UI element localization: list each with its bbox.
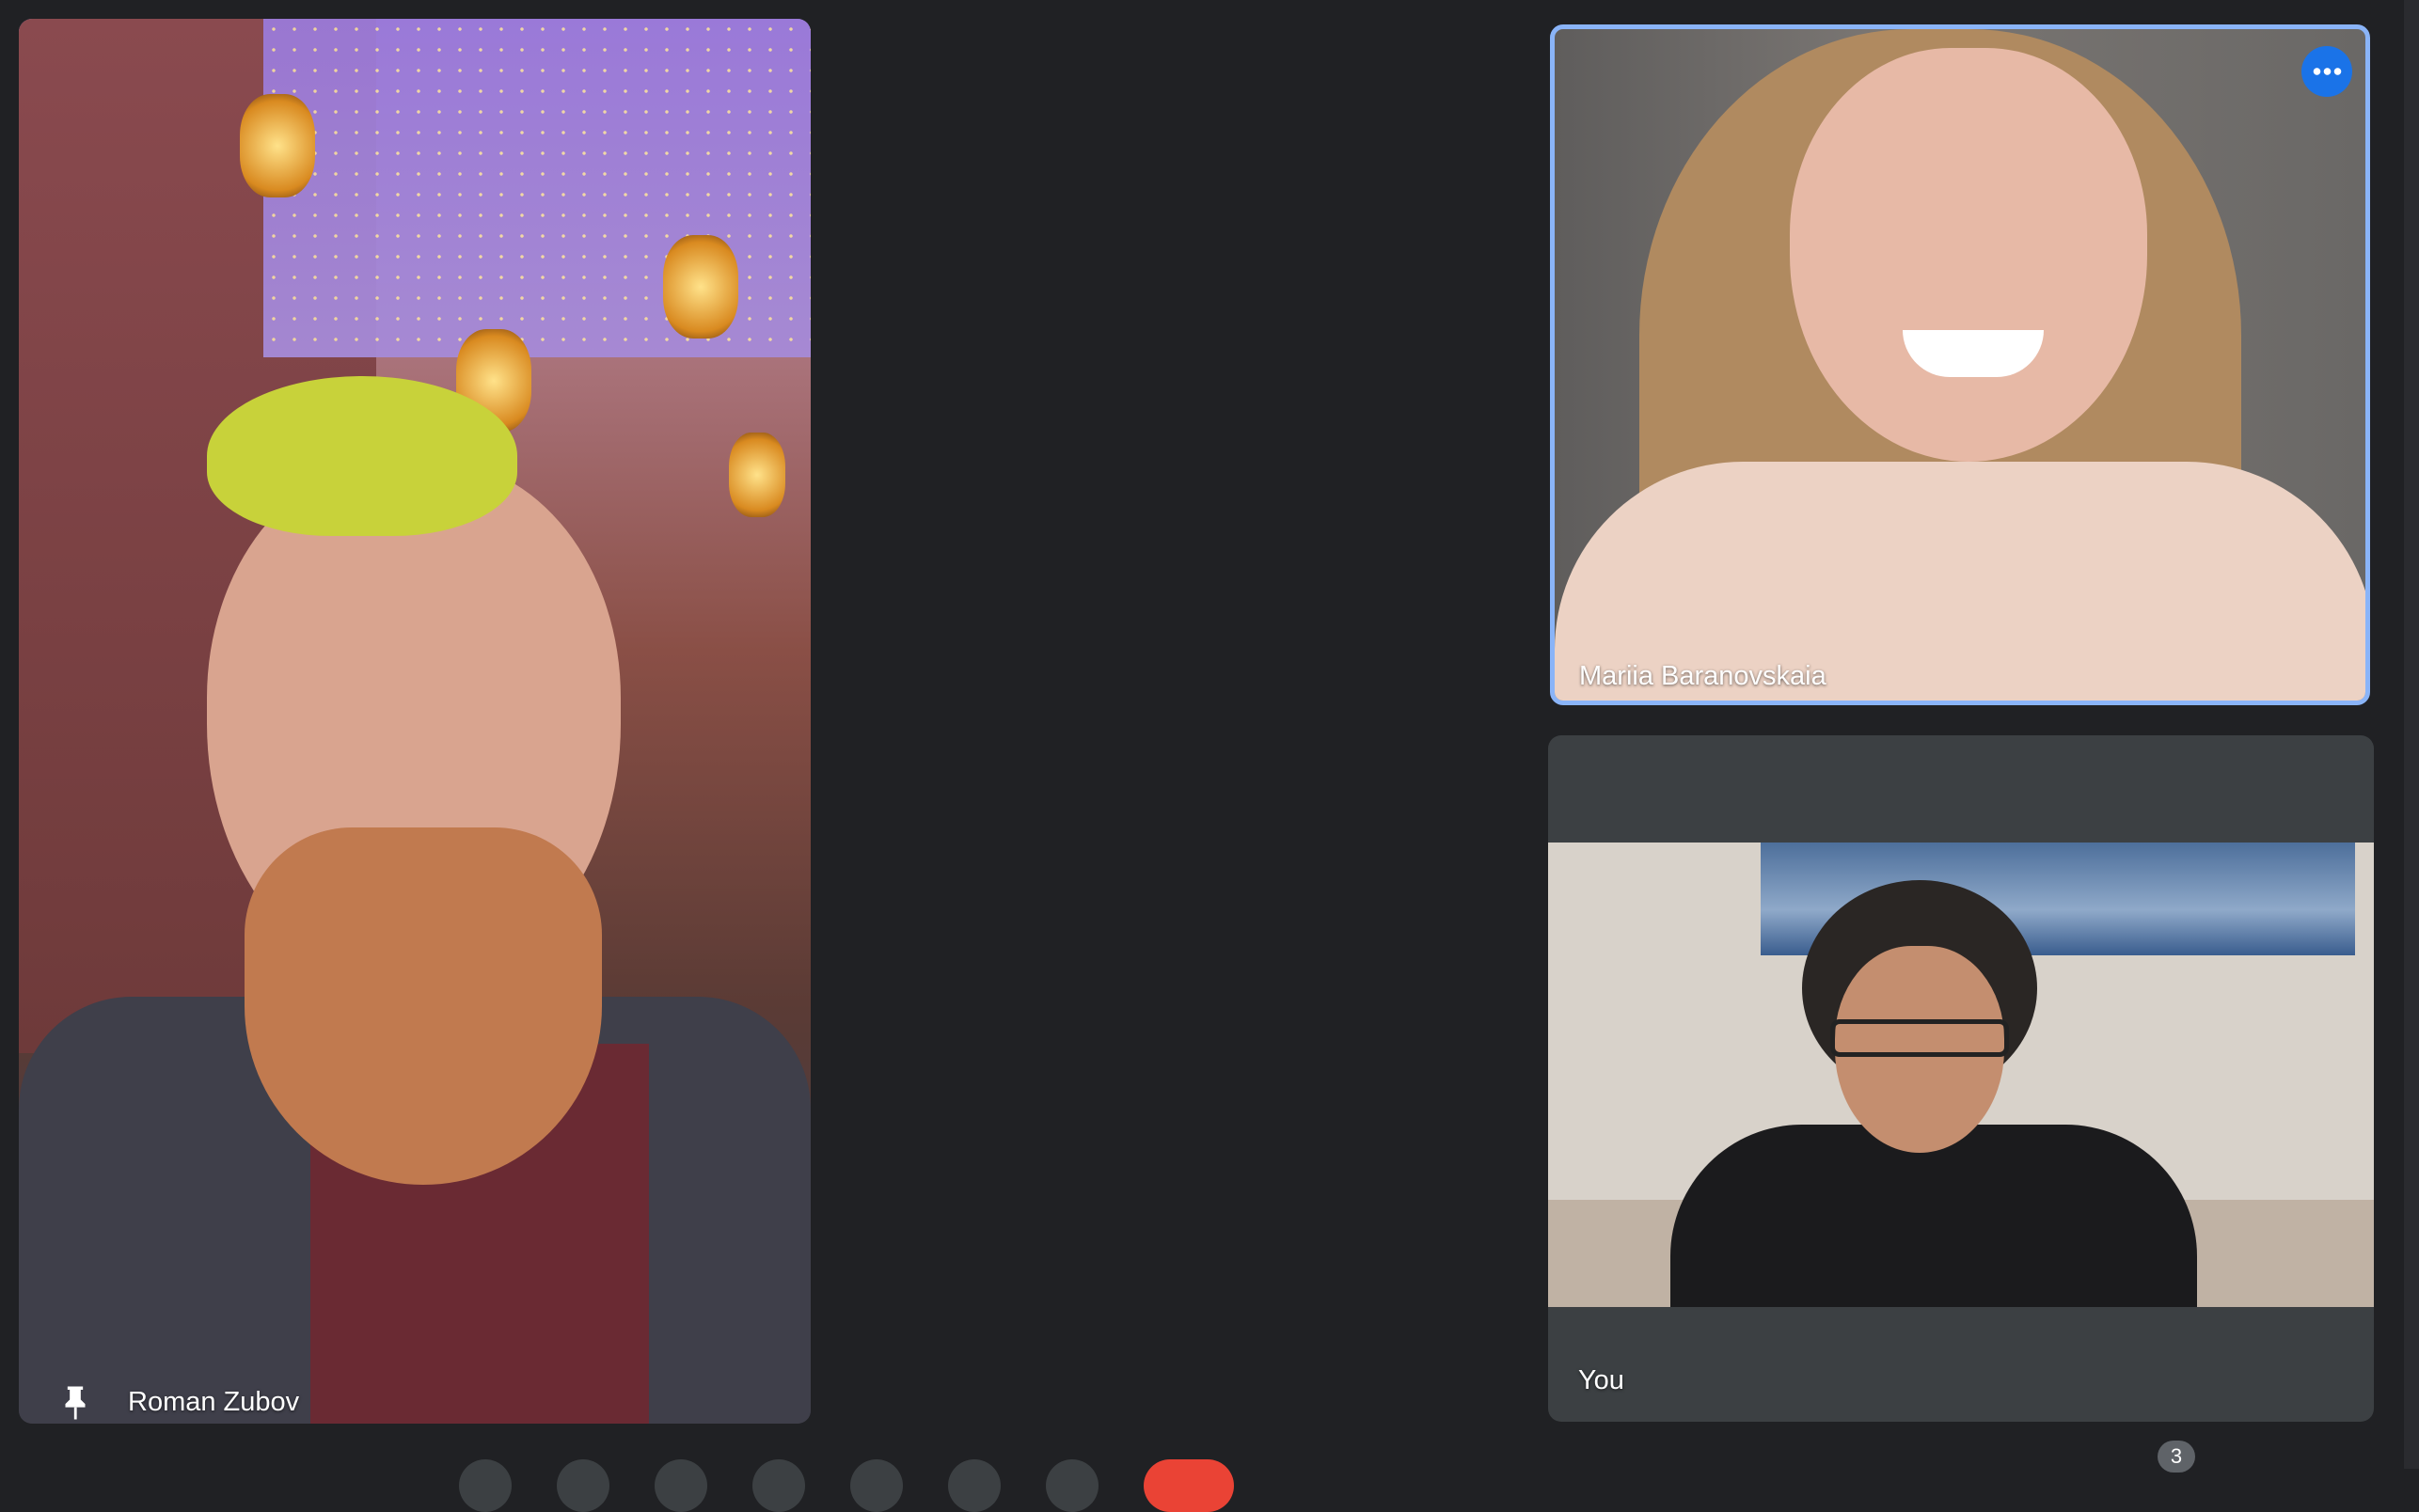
participant-name: Roman Zubov — [128, 1387, 300, 1417]
control-button[interactable] — [948, 1459, 1001, 1512]
control-button[interactable] — [850, 1459, 903, 1512]
control-button[interactable] — [1046, 1459, 1099, 1512]
pin-icon[interactable] — [62, 1384, 88, 1422]
participant-name: Mariia Baranovskaia — [1579, 661, 1826, 691]
participant-tile-mariia[interactable]: Mariia Baranovskaia — [1550, 24, 2370, 705]
side-panel-edge — [2404, 0, 2419, 1469]
control-button[interactable] — [459, 1459, 512, 1512]
participant-glasses — [1830, 1019, 2009, 1057]
participant-name: You — [1578, 1365, 1624, 1395]
control-button[interactable] — [557, 1459, 609, 1512]
lantern — [240, 94, 315, 197]
control-button[interactable] — [752, 1459, 805, 1512]
self-video — [1548, 843, 2374, 1307]
participant-face — [1790, 48, 2147, 462]
participants-count-badge[interactable]: 3 — [2158, 1441, 2195, 1473]
more-options-button[interactable] — [2301, 46, 2352, 97]
participant-hair — [207, 376, 517, 536]
participant-tile-roman[interactable]: Roman Zubov — [19, 19, 811, 1424]
lantern — [729, 433, 785, 517]
more-horiz-icon — [2312, 68, 2342, 75]
lantern — [663, 235, 738, 339]
participant-body — [1670, 1125, 2197, 1307]
participant-tile-self[interactable]: You — [1548, 735, 2374, 1422]
participant-beard — [245, 827, 602, 1185]
end-call-button[interactable] — [1144, 1459, 1234, 1512]
control-button[interactable] — [655, 1459, 707, 1512]
